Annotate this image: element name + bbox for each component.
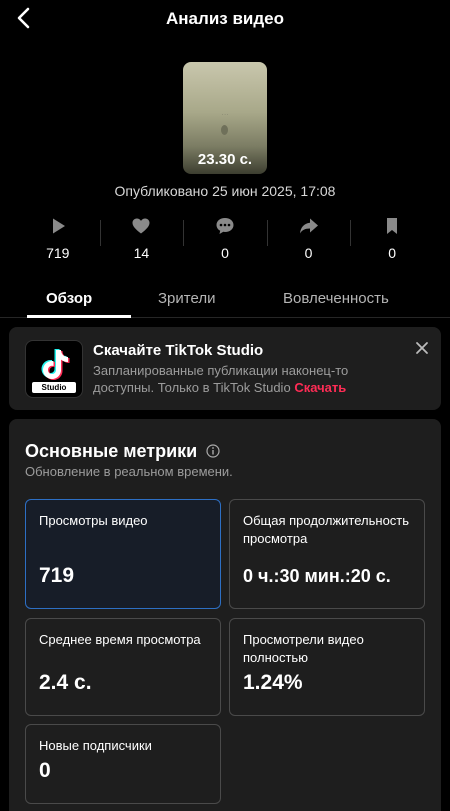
page-title: Анализ видео — [166, 9, 284, 28]
video-duration: 23.30 с. — [197, 151, 253, 168]
close-icon[interactable] — [415, 341, 429, 355]
metric-label: Общая продолжительность просмотра — [243, 513, 410, 546]
stat-likes: 14 — [99, 216, 184, 268]
metric-value: 2.4 с. — [39, 671, 92, 694]
metric-label: Среднее время просмотра — [39, 632, 201, 647]
tiktok-note-icon — [41, 349, 70, 380]
promo-text: Запланированные публикации наконец-то до… — [93, 362, 403, 396]
metric-value: 0 ч.:30 мин.:20 с. — [243, 566, 391, 586]
stat-value: 0 — [221, 245, 229, 261]
studio-label: Studio — [32, 382, 76, 393]
header: Анализ видео — [0, 0, 450, 38]
metric-card-video-views[interactable]: Просмотры видео 719 — [25, 499, 221, 609]
metric-label: Просмотры видео — [39, 513, 148, 528]
metric-label: Просмотрели видео полностью — [243, 632, 364, 665]
metric-card-total-watch-time[interactable]: Общая продолжительность просмотра 0 ч.:3… — [229, 499, 425, 609]
promo-title: Скачайте TikTok Studio — [93, 342, 264, 359]
studio-promo-banner: Studio Скачайте TikTok Studio Запланиров… — [9, 327, 441, 410]
thumbnail-shape — [221, 125, 228, 135]
key-metrics-panel: Основные метрики Обновление в реальном в… — [9, 419, 441, 811]
metric-card-average-watch-time[interactable]: Среднее время просмотра 2.4 с. — [25, 618, 221, 716]
metric-card-new-followers[interactable]: Новые подписчики 0 — [25, 724, 221, 804]
info-icon[interactable] — [206, 444, 220, 458]
stat-shares: 0 — [266, 216, 351, 268]
stat-value: 719 — [46, 245, 70, 261]
tiktok-studio-logo: Studio — [25, 340, 83, 398]
stat-value: 0 — [388, 245, 397, 261]
comment-icon — [216, 218, 234, 234]
video-thumbnail[interactable]: · · · 23.30 с. — [183, 62, 267, 174]
published-date: Опубликовано 25 июн 2025, 17:08 — [114, 183, 336, 199]
stats-row: 719 14 0 0 0 — [16, 216, 434, 268]
stat-views: 719 — [16, 216, 100, 268]
metrics-subtitle: Обновление в реальном времени. — [25, 464, 233, 479]
tab-bar: Обзор Зрители Вовлеченность — [0, 280, 450, 318]
metrics-title: Основные метрики — [25, 441, 198, 461]
active-tab-indicator — [27, 315, 131, 318]
metric-card-watched-full-video[interactable]: Просмотрели видео полностью 1.24% — [229, 618, 425, 716]
tab-overview[interactable]: Обзор — [46, 290, 92, 307]
stat-value: 0 — [304, 245, 313, 261]
tab-engagement[interactable]: Вовлеченность — [283, 290, 389, 307]
stat-saves: 0 — [350, 216, 434, 268]
bookmark-icon — [387, 218, 398, 234]
play-icon — [52, 218, 65, 234]
metric-label: Новые подписчики — [39, 738, 152, 753]
thumbnail-decor: · · · — [221, 112, 229, 117]
metric-value: 719 — [39, 564, 75, 587]
download-link[interactable]: Скачать — [294, 380, 346, 395]
share-icon — [299, 218, 318, 234]
metric-value: 0 — [39, 759, 51, 782]
stat-comments: 0 — [183, 216, 267, 268]
stat-value: 14 — [133, 245, 150, 261]
metric-value: 1.24% — [243, 671, 303, 694]
heart-icon — [132, 218, 150, 234]
tab-viewers[interactable]: Зрители — [158, 290, 215, 307]
